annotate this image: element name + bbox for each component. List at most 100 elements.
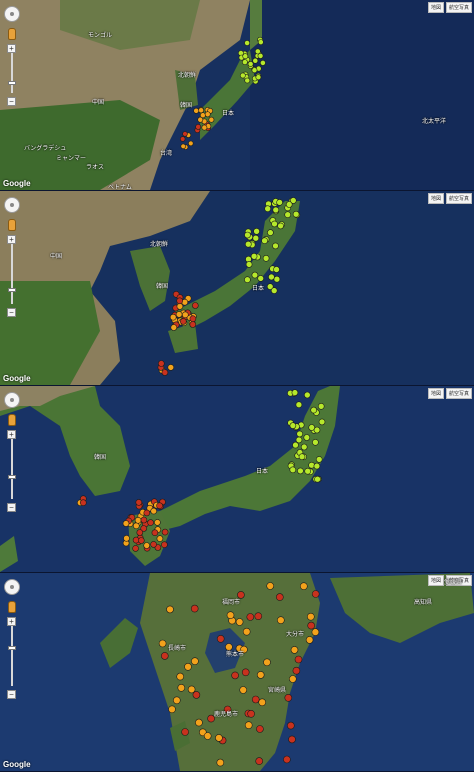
radiation-marker-low[interactable] [289, 422, 297, 429]
zoom-knob[interactable] [8, 288, 16, 292]
zoom-out-button[interactable]: − [7, 97, 16, 106]
map-type-satellite[interactable]: 航空写真 [445, 388, 472, 399]
radiation-marker-high[interactable] [193, 107, 200, 114]
radiation-marker-high[interactable] [311, 590, 320, 598]
radiation-marker-low[interactable] [244, 40, 250, 46]
radiation-marker-low[interactable] [277, 222, 284, 230]
radiation-marker-low[interactable] [251, 271, 259, 279]
radiation-marker-high[interactable] [135, 499, 143, 506]
radiation-marker-low[interactable] [254, 48, 261, 55]
radiation-marker-high[interactable] [176, 672, 184, 681]
radiation-marker-high[interactable] [150, 541, 157, 548]
radiation-marker-low[interactable] [242, 53, 249, 60]
radiation-marker-high[interactable] [226, 611, 235, 620]
pegman-icon[interactable] [8, 414, 16, 426]
radiation-marker-high[interactable] [123, 535, 130, 542]
zoom-slider[interactable] [8, 439, 16, 499]
radiation-marker-high[interactable] [187, 685, 196, 694]
radiation-marker-high[interactable] [169, 313, 177, 321]
radiation-marker-high[interactable] [306, 612, 315, 621]
radiation-marker-high[interactable] [195, 718, 203, 727]
radiation-marker-low[interactable] [267, 229, 274, 236]
radiation-marker-low[interactable] [304, 467, 312, 475]
radiation-marker-low[interactable] [297, 467, 304, 475]
radiation-marker-high[interactable] [292, 666, 301, 675]
zoom-in-button[interactable]: + [7, 430, 16, 439]
radiation-marker-high[interactable] [80, 499, 87, 506]
pegman-icon[interactable] [8, 28, 16, 40]
radiation-marker-low[interactable] [252, 234, 260, 242]
radiation-marker-low[interactable] [272, 242, 279, 250]
radiation-marker-low[interactable] [255, 74, 262, 81]
radiation-marker-high[interactable] [244, 721, 253, 729]
radiation-marker-low[interactable] [295, 436, 303, 444]
radiation-marker-low[interactable] [257, 39, 264, 45]
radiation-marker-low[interactable] [259, 60, 266, 66]
radiation-marker-high[interactable] [176, 303, 184, 310]
radiation-marker-high[interactable] [235, 618, 244, 626]
radiation-marker-high[interactable] [181, 728, 189, 736]
radiation-marker-high[interactable] [311, 628, 320, 636]
radiation-marker-low[interactable] [296, 430, 304, 438]
radiation-marker-high[interactable] [140, 516, 148, 524]
pan-control[interactable] [4, 197, 20, 213]
zoom-slider[interactable] [8, 53, 16, 93]
radiation-marker-high[interactable] [191, 657, 199, 665]
radiation-marker-high[interactable] [190, 604, 199, 613]
map-type-map[interactable]: 地図 [427, 2, 444, 13]
radiation-marker-low[interactable] [244, 77, 251, 84]
radiation-marker-low[interactable] [244, 231, 251, 239]
radiation-marker-high[interactable] [143, 542, 150, 549]
zoom-out-button[interactable]: − [7, 503, 16, 512]
radiation-marker-high[interactable] [189, 321, 197, 328]
pan-control[interactable] [4, 6, 20, 22]
pegman-icon[interactable] [8, 219, 16, 231]
zoom-knob[interactable] [8, 646, 16, 650]
radiation-marker-low[interactable] [292, 210, 300, 218]
radiation-marker-high[interactable] [203, 732, 212, 740]
radiation-marker-high[interactable] [239, 686, 247, 694]
radiation-marker-high[interactable] [198, 107, 204, 114]
radiation-marker-high[interactable] [255, 757, 264, 765]
radiation-marker-low[interactable] [261, 237, 268, 245]
radiation-marker-high[interactable] [288, 675, 297, 683]
map-canvas-3[interactable] [0, 386, 474, 572]
radiation-marker-high[interactable] [158, 639, 167, 648]
radiation-marker-low[interactable] [245, 240, 252, 248]
radiation-marker-high[interactable] [216, 635, 225, 643]
radiation-marker-low[interactable] [303, 391, 311, 399]
radiation-marker-high[interactable] [286, 721, 295, 730]
radiation-marker-low[interactable] [314, 475, 321, 483]
radiation-marker-low[interactable] [318, 418, 326, 426]
radiation-marker-low[interactable] [272, 206, 280, 214]
radiation-marker-low[interactable] [273, 266, 280, 273]
radiation-marker-high[interactable] [208, 116, 215, 123]
radiation-marker-low[interactable] [284, 211, 292, 219]
radiation-marker-high[interactable] [201, 124, 208, 131]
radiation-marker-low[interactable] [245, 261, 253, 268]
radiation-marker-high[interactable] [154, 519, 161, 526]
radiation-marker-high[interactable] [197, 116, 204, 123]
radiation-marker-low[interactable] [312, 438, 319, 446]
radiation-marker-high[interactable] [288, 735, 296, 744]
radiation-marker-high[interactable] [231, 671, 239, 680]
map-panel-4[interactable]: + − 地図 航空写真 福岡市 長崎市 熊本市 大分市 宮崎県 鹿児島市 愛媛県… [0, 573, 474, 772]
google-logo[interactable]: Google [3, 179, 31, 188]
radiation-marker-high[interactable] [246, 613, 255, 621]
zoom-knob[interactable] [8, 475, 16, 479]
radiation-marker-low[interactable] [315, 456, 323, 463]
radiation-marker-low[interactable] [262, 255, 270, 262]
radiation-marker-high[interactable] [175, 311, 183, 318]
radiation-marker-high[interactable] [204, 111, 211, 118]
radiation-marker-low[interactable] [295, 401, 303, 409]
radiation-marker-low[interactable] [252, 57, 259, 64]
radiation-marker-high[interactable] [182, 131, 188, 137]
radiation-marker-high[interactable] [180, 143, 186, 150]
radiation-marker-low[interactable] [303, 434, 311, 441]
radiation-marker-low[interactable] [310, 406, 318, 414]
radiation-marker-high[interactable] [216, 758, 225, 767]
map-type-map[interactable]: 地図 [427, 388, 444, 399]
radiation-marker-low[interactable] [268, 273, 275, 281]
radiation-marker-high[interactable] [305, 636, 314, 644]
radiation-marker-low[interactable] [253, 227, 260, 235]
